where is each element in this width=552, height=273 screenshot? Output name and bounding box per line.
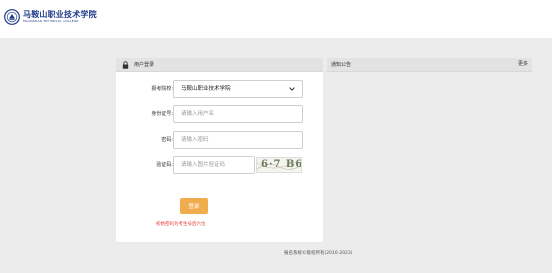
school-row: 报考院校: 马鞍山职业技术学院 — [116, 80, 323, 98]
id-number-label: 身份证号: — [151, 111, 173, 117]
school-seal-icon — [4, 9, 20, 25]
captcha-label: 验证码: — [156, 162, 173, 168]
id-number-input[interactable]: 请输入用户名 — [173, 105, 303, 123]
top-header: 马鞍山职业技术学院 MAANSHAN TECHNICAL COLLEGE — [0, 0, 552, 38]
notice-panel-header: 通知公告 更多 — [327, 58, 532, 72]
login-panel: 用户登录 报考院校: 马鞍山职业技术学院 身份证号: 请输入用户名 密码: 请输… — [116, 58, 323, 242]
captcha-row: 验证码: 请输入图片验证码 6·7 B6 — [116, 156, 323, 174]
id-number-row: 身份证号: 请输入用户名 — [116, 105, 323, 123]
school-select-value: 马鞍山职业技术学院 — [181, 86, 231, 92]
captcha-image[interactable]: 6·7 B6 — [256, 157, 302, 173]
footer-copyright: 报名系统©版权所有(2016-2023) — [284, 251, 353, 256]
notice-more-link[interactable]: 更多 — [518, 60, 528, 67]
login-button[interactable]: 登录 — [180, 198, 208, 214]
chevron-down-icon — [289, 87, 295, 91]
notice-panel-title: 通知公告 — [331, 62, 352, 68]
logo-text: 马鞍山职业技术学院 MAANSHAN TECHNICAL COLLEGE — [23, 9, 97, 24]
logo-english-name: MAANSHAN TECHNICAL COLLEGE — [23, 19, 79, 23]
school-select[interactable]: 马鞍山职业技术学院 — [173, 80, 303, 98]
password-label: 密码: — [161, 137, 173, 143]
captcha-input[interactable]: 请输入图片验证码 — [173, 156, 255, 174]
logo-chinese-name: 马鞍山职业技术学院 — [23, 9, 97, 19]
lock-icon — [122, 60, 129, 69]
login-panel-header: 用户登录 — [116, 58, 323, 72]
password-hint: 初始密码为考生号后六位 — [156, 222, 206, 227]
school-logo[interactable]: 马鞍山职业技术学院 MAANSHAN TECHNICAL COLLEGE — [4, 9, 97, 31]
school-label: 报考院校: — [151, 86, 173, 92]
login-panel-title: 用户登录 — [134, 62, 155, 68]
captcha-code: 6·7 B6 — [261, 159, 302, 170]
password-row: 密码: 请输入密码 — [116, 131, 323, 149]
password-input[interactable]: 请输入密码 — [173, 131, 303, 149]
